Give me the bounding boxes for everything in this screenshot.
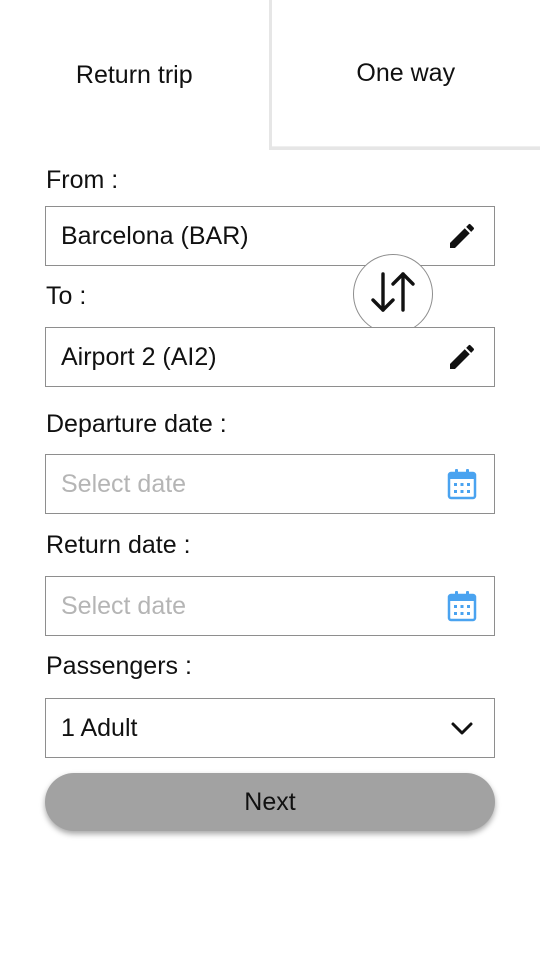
chevron-down-icon — [444, 710, 480, 746]
tab-one-way-label: One way — [356, 59, 456, 87]
return-date-field[interactable]: Select date — [45, 576, 495, 636]
departure-date-field[interactable]: Select date — [45, 454, 495, 514]
return-date-label: Return date : — [46, 531, 191, 559]
passengers-label: Passengers : — [46, 652, 192, 680]
trip-type-tabs: Return trip One way — [0, 0, 540, 150]
passengers-select[interactable]: 1 Adult — [45, 698, 495, 758]
to-value: Airport 2 (AI2) — [61, 342, 217, 371]
calendar-icon[interactable] — [444, 588, 480, 624]
tab-one-way[interactable]: One way — [268, 0, 540, 150]
passengers-value: 1 Adult — [61, 713, 138, 742]
return-date-placeholder: Select date — [61, 591, 187, 620]
next-button[interactable]: Next — [45, 773, 495, 831]
pencil-icon[interactable] — [444, 218, 480, 254]
swap-vertical-icon — [367, 269, 419, 320]
swap-airports-button[interactable] — [353, 254, 433, 334]
from-field[interactable]: Barcelona (BAR) — [45, 206, 495, 266]
tab-return-trip[interactable]: Return trip — [0, 0, 269, 150]
calendar-icon[interactable] — [444, 466, 480, 502]
to-field[interactable]: Airport 2 (AI2) — [45, 327, 495, 387]
from-label: From : — [46, 166, 119, 194]
from-value: Barcelona (BAR) — [61, 221, 249, 250]
departure-date-placeholder: Select date — [61, 469, 187, 498]
tab-return-trip-label: Return trip — [75, 60, 193, 89]
flight-search-screen: Return trip One way From : Barcelona (BA… — [0, 0, 540, 961]
pencil-icon[interactable] — [444, 339, 480, 375]
departure-date-label: Departure date : — [46, 410, 227, 438]
next-button-label: Next — [244, 787, 296, 816]
to-label: To : — [46, 282, 87, 310]
